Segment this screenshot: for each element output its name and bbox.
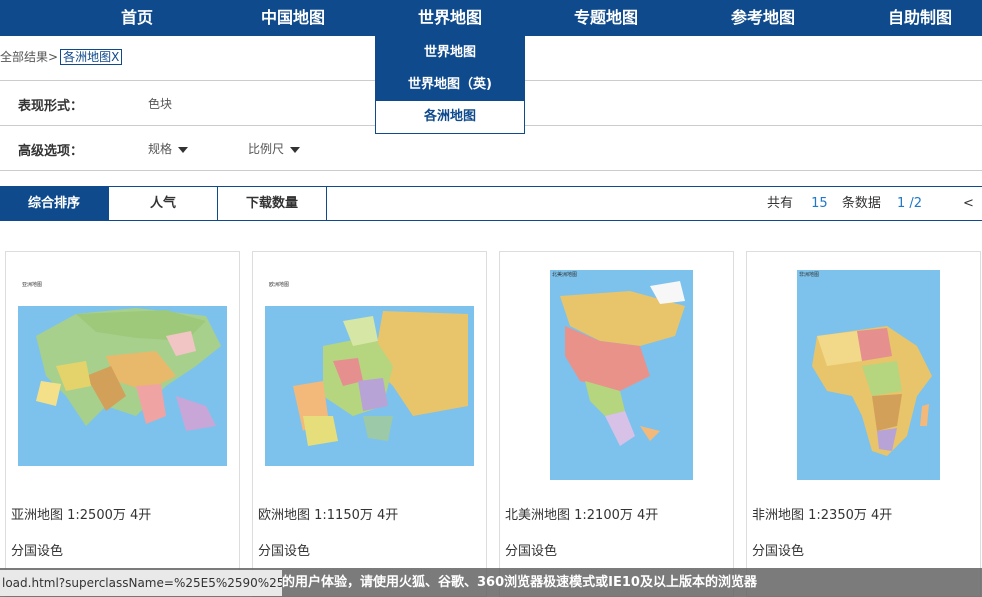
north-america-map-thumbnail[interactable]: 北美洲地图 bbox=[510, 266, 723, 480]
map-card-europe[interactable]: 欧洲地图 欧洲地图 1:1150万 4开 分国设色 bbox=[252, 251, 487, 597]
card-subtitle: 分国设色 bbox=[505, 544, 558, 559]
dropdown-item-world-map-en[interactable]: 世界地图（英) bbox=[376, 69, 524, 101]
card-title[interactable]: 亚洲地图 1:2500万 4开 bbox=[11, 504, 151, 523]
world-map-dropdown: 世界地图 世界地图（英) 各洲地图 bbox=[375, 36, 525, 134]
sort-tab-popularity[interactable]: 人气 bbox=[109, 187, 218, 220]
asia-map-thumbnail[interactable]: 亚洲地图 bbox=[16, 266, 229, 480]
form-filter-label: 表现形式： bbox=[18, 99, 84, 114]
scale-select-label: 比例尺 bbox=[248, 142, 285, 156]
browser-notice-message: 的用户体验，请使用火狐、谷歌、360浏览器极速模式或IE10及以上版本的浏览器 bbox=[282, 575, 757, 590]
map-card-north-america[interactable]: 北美洲地图 北美洲地图 1:2100万 4开 分国设色 bbox=[499, 251, 734, 597]
nav-thematic-map[interactable]: 专题地图 bbox=[546, 0, 666, 36]
spec-select[interactable]: 规格 bbox=[148, 140, 189, 157]
card-subtitle: 分国设色 bbox=[11, 544, 64, 559]
result-count-prefix: 共有 bbox=[767, 196, 794, 211]
result-count-number: 15 bbox=[811, 196, 828, 211]
card-title[interactable]: 北美洲地图 1:2100万 4开 bbox=[505, 504, 658, 523]
nav-china-map[interactable]: 中国地图 bbox=[233, 0, 353, 36]
breadcrumb-root[interactable]: 全部结果> bbox=[0, 50, 58, 64]
africa-map-thumbnail[interactable]: 非洲地图 bbox=[757, 266, 970, 480]
nav-custom-map[interactable]: 自助制图 bbox=[860, 0, 980, 36]
dropdown-item-world-map[interactable]: 世界地图 bbox=[376, 37, 524, 69]
nav-world-map[interactable]: 世界地图 bbox=[390, 0, 510, 36]
nav-home[interactable]: 首页 bbox=[77, 0, 197, 36]
breadcrumb-filter-tag[interactable]: 各洲地图X bbox=[60, 49, 123, 65]
card-title[interactable]: 欧洲地图 1:1150万 4开 bbox=[258, 504, 398, 523]
europe-map-thumbnail[interactable]: 欧洲地图 bbox=[263, 266, 476, 480]
advanced-options-label: 高级选项： bbox=[18, 144, 84, 159]
card-subtitle: 分国设色 bbox=[258, 544, 311, 559]
chevron-down-icon bbox=[290, 146, 301, 153]
form-filter-option[interactable]: 色块 bbox=[148, 95, 172, 112]
card-subtitle: 分国设色 bbox=[752, 544, 805, 559]
result-count: 共有 15 条数据 1 /2 bbox=[767, 187, 922, 220]
chevron-down-icon bbox=[178, 146, 189, 153]
result-count-suffix: 条数据 bbox=[841, 196, 881, 211]
top-navigation: 首页 中国地图 世界地图 专题地图 参考地图 自助制图 bbox=[0, 0, 982, 36]
card-title[interactable]: 非洲地图 1:2350万 4开 bbox=[752, 504, 892, 523]
spec-select-label: 规格 bbox=[148, 142, 173, 156]
page-indicator: 1 /2 bbox=[897, 196, 923, 211]
divider bbox=[0, 170, 982, 171]
svg-text:北美洲地图: 北美洲地图 bbox=[552, 271, 577, 278]
sort-tab-downloads[interactable]: 下载数量 bbox=[218, 187, 327, 220]
breadcrumb: 全部结果> 各洲地图X bbox=[0, 48, 123, 65]
dropdown-item-continent-map[interactable]: 各洲地图 bbox=[376, 101, 524, 133]
sort-bar: 综合排序 人气 下载数量 共有 15 条数据 1 /2 < bbox=[0, 186, 982, 221]
nav-reference-map[interactable]: 参考地图 bbox=[703, 0, 823, 36]
svg-text:亚洲地图: 亚洲地图 bbox=[22, 281, 42, 288]
map-card-asia[interactable]: 亚洲地图 亚洲地图 1:2500万 4开 分国设色 bbox=[5, 251, 240, 597]
svg-text:非洲地图: 非洲地图 bbox=[799, 271, 819, 278]
map-card-africa[interactable]: 非洲地图 非洲地图 1:2350万 4开 分国设色 bbox=[746, 251, 981, 597]
prev-page-button[interactable]: < bbox=[963, 187, 974, 220]
browser-notice-bar: 的用户体验，请使用火狐、谷歌、360浏览器极速模式或IE10及以上版本的浏览器 … bbox=[0, 568, 982, 597]
sort-tab-overall[interactable]: 综合排序 bbox=[0, 187, 109, 220]
scale-select[interactable]: 比例尺 bbox=[248, 140, 301, 157]
status-url: load.html?superclassName=%25E5%2590%25..… bbox=[0, 570, 282, 596]
svg-text:欧洲地图: 欧洲地图 bbox=[269, 281, 289, 288]
